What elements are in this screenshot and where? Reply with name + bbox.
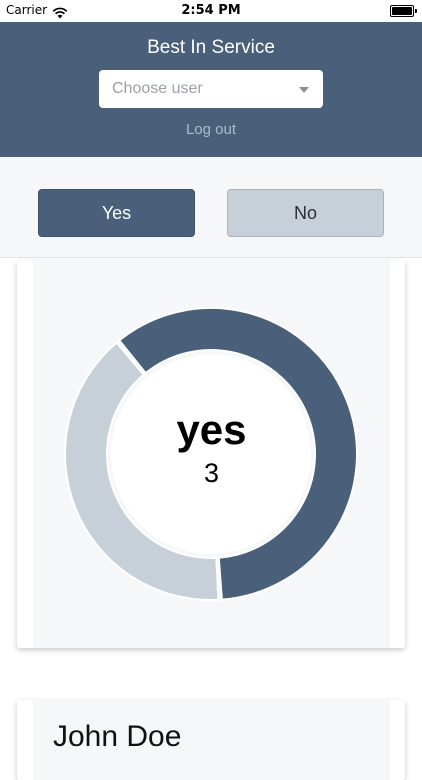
donut-chart	[64, 307, 358, 601]
center-label: yes	[176, 406, 247, 453]
yes-button[interactable]: Yes	[38, 189, 195, 237]
user-select[interactable]: Choose user	[99, 70, 323, 108]
center-count: 3	[203, 458, 220, 488]
header: Best In Service Choose user Log out	[0, 22, 422, 157]
results-card: yes 3	[17, 260, 405, 648]
battery-icon	[390, 5, 417, 17]
clock: 2:54 PM	[181, 3, 241, 18]
status-bar: Carrier 2:54 PM	[0, 0, 422, 22]
answer-panel: Yes No	[0, 157, 422, 258]
chart-area: yes 3	[33, 260, 390, 648]
chevron-down-icon	[299, 87, 309, 93]
person-name: John Doe	[53, 720, 182, 753]
no-button[interactable]: No	[227, 189, 384, 237]
logout-link[interactable]: Log out	[0, 121, 422, 138]
donut-center	[111, 354, 311, 554]
person-card-inner: John Doe	[33, 700, 390, 780]
person-card: John Doe	[17, 700, 405, 780]
app-title: Best In Service	[147, 37, 275, 58]
user-select-placeholder: Choose user	[112, 80, 203, 97]
